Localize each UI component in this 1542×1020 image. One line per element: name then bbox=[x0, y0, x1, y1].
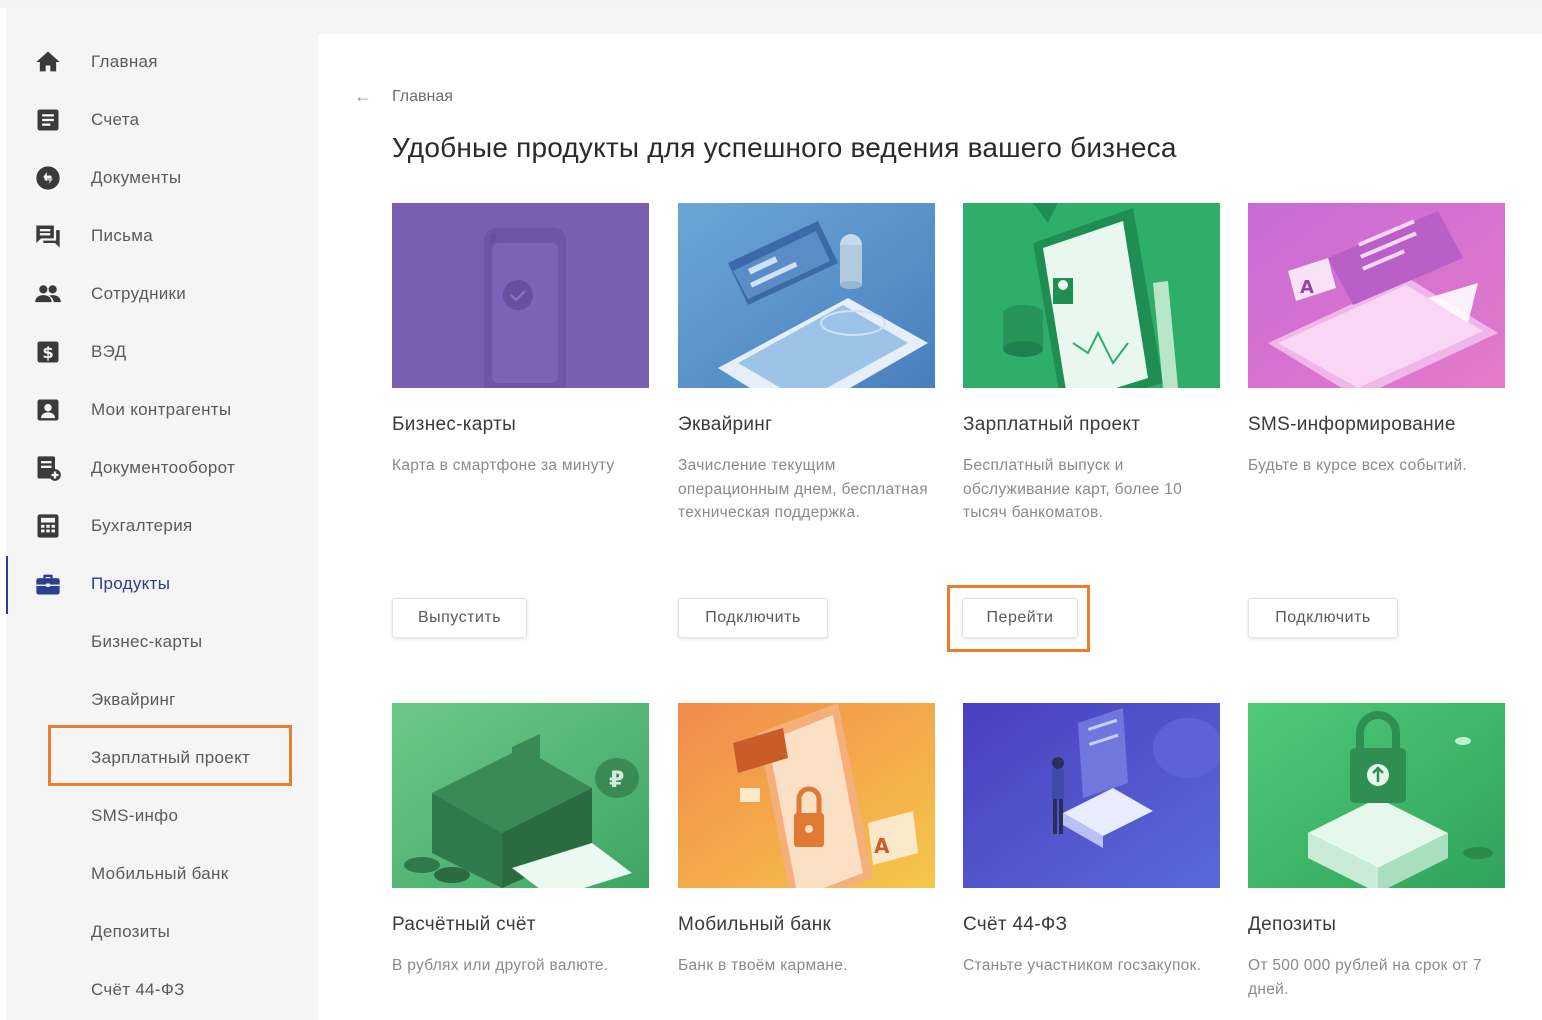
sidebar-subitem-deposits[interactable]: Депозиты bbox=[91, 922, 170, 942]
product-card-sms[interactable]: A SMS-информирование Будьте в курсе всех… bbox=[1248, 203, 1505, 478]
sidebar-subitem-mobile-bank[interactable]: Мобильный банк bbox=[91, 864, 228, 884]
product-card-account-44fz[interactable]: Счёт 44-ФЗ Станьте участником госзакупок… bbox=[963, 703, 1220, 978]
deposits-illustration bbox=[1248, 703, 1505, 888]
card-title: Депозиты bbox=[1248, 914, 1337, 935]
sidebar-item-label: Бухгалтерия bbox=[91, 516, 193, 535]
sidebar-item-label: Главная bbox=[91, 52, 158, 71]
sidebar-item-letters[interactable]: Письма bbox=[6, 210, 318, 262]
home-icon bbox=[34, 48, 62, 76]
card-title: Счёт 44-ФЗ bbox=[963, 914, 1068, 935]
product-card-mobile-bank[interactable]: A Мобильный банк Банк в твоём кармане. bbox=[678, 703, 935, 978]
calculator-icon bbox=[34, 512, 62, 540]
breadcrumb: ← Главная bbox=[354, 86, 453, 107]
card-description: Будьте в курсе всех событий. bbox=[1248, 457, 1468, 474]
account-44fz-illustration bbox=[963, 703, 1220, 888]
product-card-deposits[interactable]: Депозиты От 500 000 рублей на срок от 7 … bbox=[1248, 703, 1505, 1001]
sidebar-item-label: Сотрудники bbox=[91, 284, 187, 303]
highlight-frame-salary-project bbox=[48, 725, 292, 786]
svg-text:₽: ₽ bbox=[609, 768, 624, 793]
card-description: В рублях или другой валюте. bbox=[392, 957, 609, 974]
card-title: Зарплатный проект bbox=[963, 414, 1141, 435]
sidebar-subitem-business-cards[interactable]: Бизнес-карты bbox=[91, 632, 202, 652]
top-strip bbox=[318, 8, 1542, 34]
sidebar-item-documents[interactable]: Документы bbox=[6, 152, 318, 204]
window-top-edge bbox=[0, 0, 1542, 8]
sidebar: Главная Счета Документы Письма Сотрудник… bbox=[6, 8, 318, 1020]
card-description: От 500 000 рублей на срок от 7 дней. bbox=[1248, 957, 1482, 998]
sidebar-subitem-account-44fz[interactable]: Счёт 44-ФЗ bbox=[91, 980, 185, 1000]
card-title: Бизнес-карты bbox=[392, 414, 517, 435]
product-card-salary-project[interactable]: Зарплатный проект Бесплатный выпуск и об… bbox=[963, 203, 1220, 525]
doc-flow-icon bbox=[34, 454, 62, 482]
mobile-bank-illustration: A bbox=[678, 703, 935, 888]
sidebar-item-ved[interactable]: $ ВЭД bbox=[6, 326, 318, 378]
business-cards-illustration bbox=[392, 203, 649, 388]
accounts-icon bbox=[34, 106, 62, 134]
sidebar-item-products[interactable]: Продукты bbox=[6, 558, 318, 610]
salary-project-illustration bbox=[963, 203, 1220, 388]
sidebar-item-label: Мои контрагенты bbox=[91, 400, 232, 419]
sidebar-item-label: Счета bbox=[91, 110, 140, 129]
svg-text:$: $ bbox=[42, 343, 53, 362]
sidebar-item-label: Документооборот bbox=[91, 458, 236, 477]
card-description: Банк в твоём кармане. bbox=[678, 957, 848, 974]
letters-icon bbox=[34, 222, 62, 250]
briefcase-icon bbox=[34, 570, 62, 598]
sidebar-item-label: ВЭД bbox=[91, 342, 127, 361]
connect-sms-button[interactable]: Подключить bbox=[1248, 598, 1398, 638]
page-title: Удобные продукты для успешного ведения в… bbox=[392, 132, 1177, 163]
sidebar-subitem-acquiring[interactable]: Эквайринг bbox=[91, 690, 176, 710]
sidebar-item-counterparties[interactable]: Мои контрагенты bbox=[6, 384, 318, 436]
sidebar-item-home[interactable]: Главная bbox=[6, 36, 318, 88]
sidebar-item-employees[interactable]: Сотрудники bbox=[6, 268, 318, 320]
card-description: Карта в смартфоне за минуту bbox=[392, 457, 615, 474]
card-title: Мобильный банк bbox=[678, 914, 832, 935]
sms-illustration: A bbox=[1248, 203, 1505, 388]
svg-text:A: A bbox=[874, 834, 890, 858]
product-card-acquiring[interactable]: Эквайринг Зачисление текущим операционны… bbox=[678, 203, 935, 525]
connect-acquiring-button[interactable]: Подключить bbox=[678, 598, 828, 638]
contact-icon bbox=[34, 396, 62, 424]
card-title: Эквайринг bbox=[678, 414, 773, 435]
sidebar-item-accounts[interactable]: Счета bbox=[6, 94, 318, 146]
sidebar-subitem-sms-info[interactable]: SMS-инфо bbox=[91, 806, 178, 826]
card-title: SMS-информирование bbox=[1248, 414, 1456, 435]
sidebar-item-label: Документы bbox=[91, 168, 182, 187]
card-title: Расчётный счёт bbox=[392, 914, 536, 935]
sidebar-item-label: Продукты bbox=[91, 574, 171, 593]
highlight-frame-go-button bbox=[947, 585, 1090, 652]
sidebar-item-accounting[interactable]: Бухгалтерия bbox=[6, 500, 318, 552]
sidebar-item-label: Письма bbox=[91, 226, 154, 245]
settlement-account-illustration: ₽ bbox=[392, 703, 649, 888]
dollar-icon: $ bbox=[34, 338, 62, 366]
acquiring-illustration bbox=[678, 203, 935, 388]
card-description: Зачисление текущим операционным днем, бе… bbox=[678, 457, 928, 521]
documents-icon bbox=[34, 164, 62, 192]
card-description: Станьте участником госзакупок. bbox=[963, 957, 1202, 974]
employees-icon bbox=[34, 280, 62, 308]
back-arrow-icon[interactable]: ← bbox=[354, 86, 380, 107]
product-card-business-cards[interactable]: Бизнес-карты Карта в смартфоне за минуту bbox=[392, 203, 649, 478]
svg-text:A: A bbox=[1300, 277, 1314, 298]
issue-button[interactable]: Выпустить bbox=[392, 598, 527, 638]
sidebar-item-doc-flow[interactable]: Документооборот bbox=[6, 442, 318, 494]
breadcrumb-link[interactable]: Главная bbox=[392, 88, 453, 106]
card-description: Бесплатный выпуск и обслуживание карт, б… bbox=[963, 457, 1182, 521]
product-card-settlement-account[interactable]: ₽ Расчётный счёт В рублях или другой вал… bbox=[392, 703, 649, 978]
